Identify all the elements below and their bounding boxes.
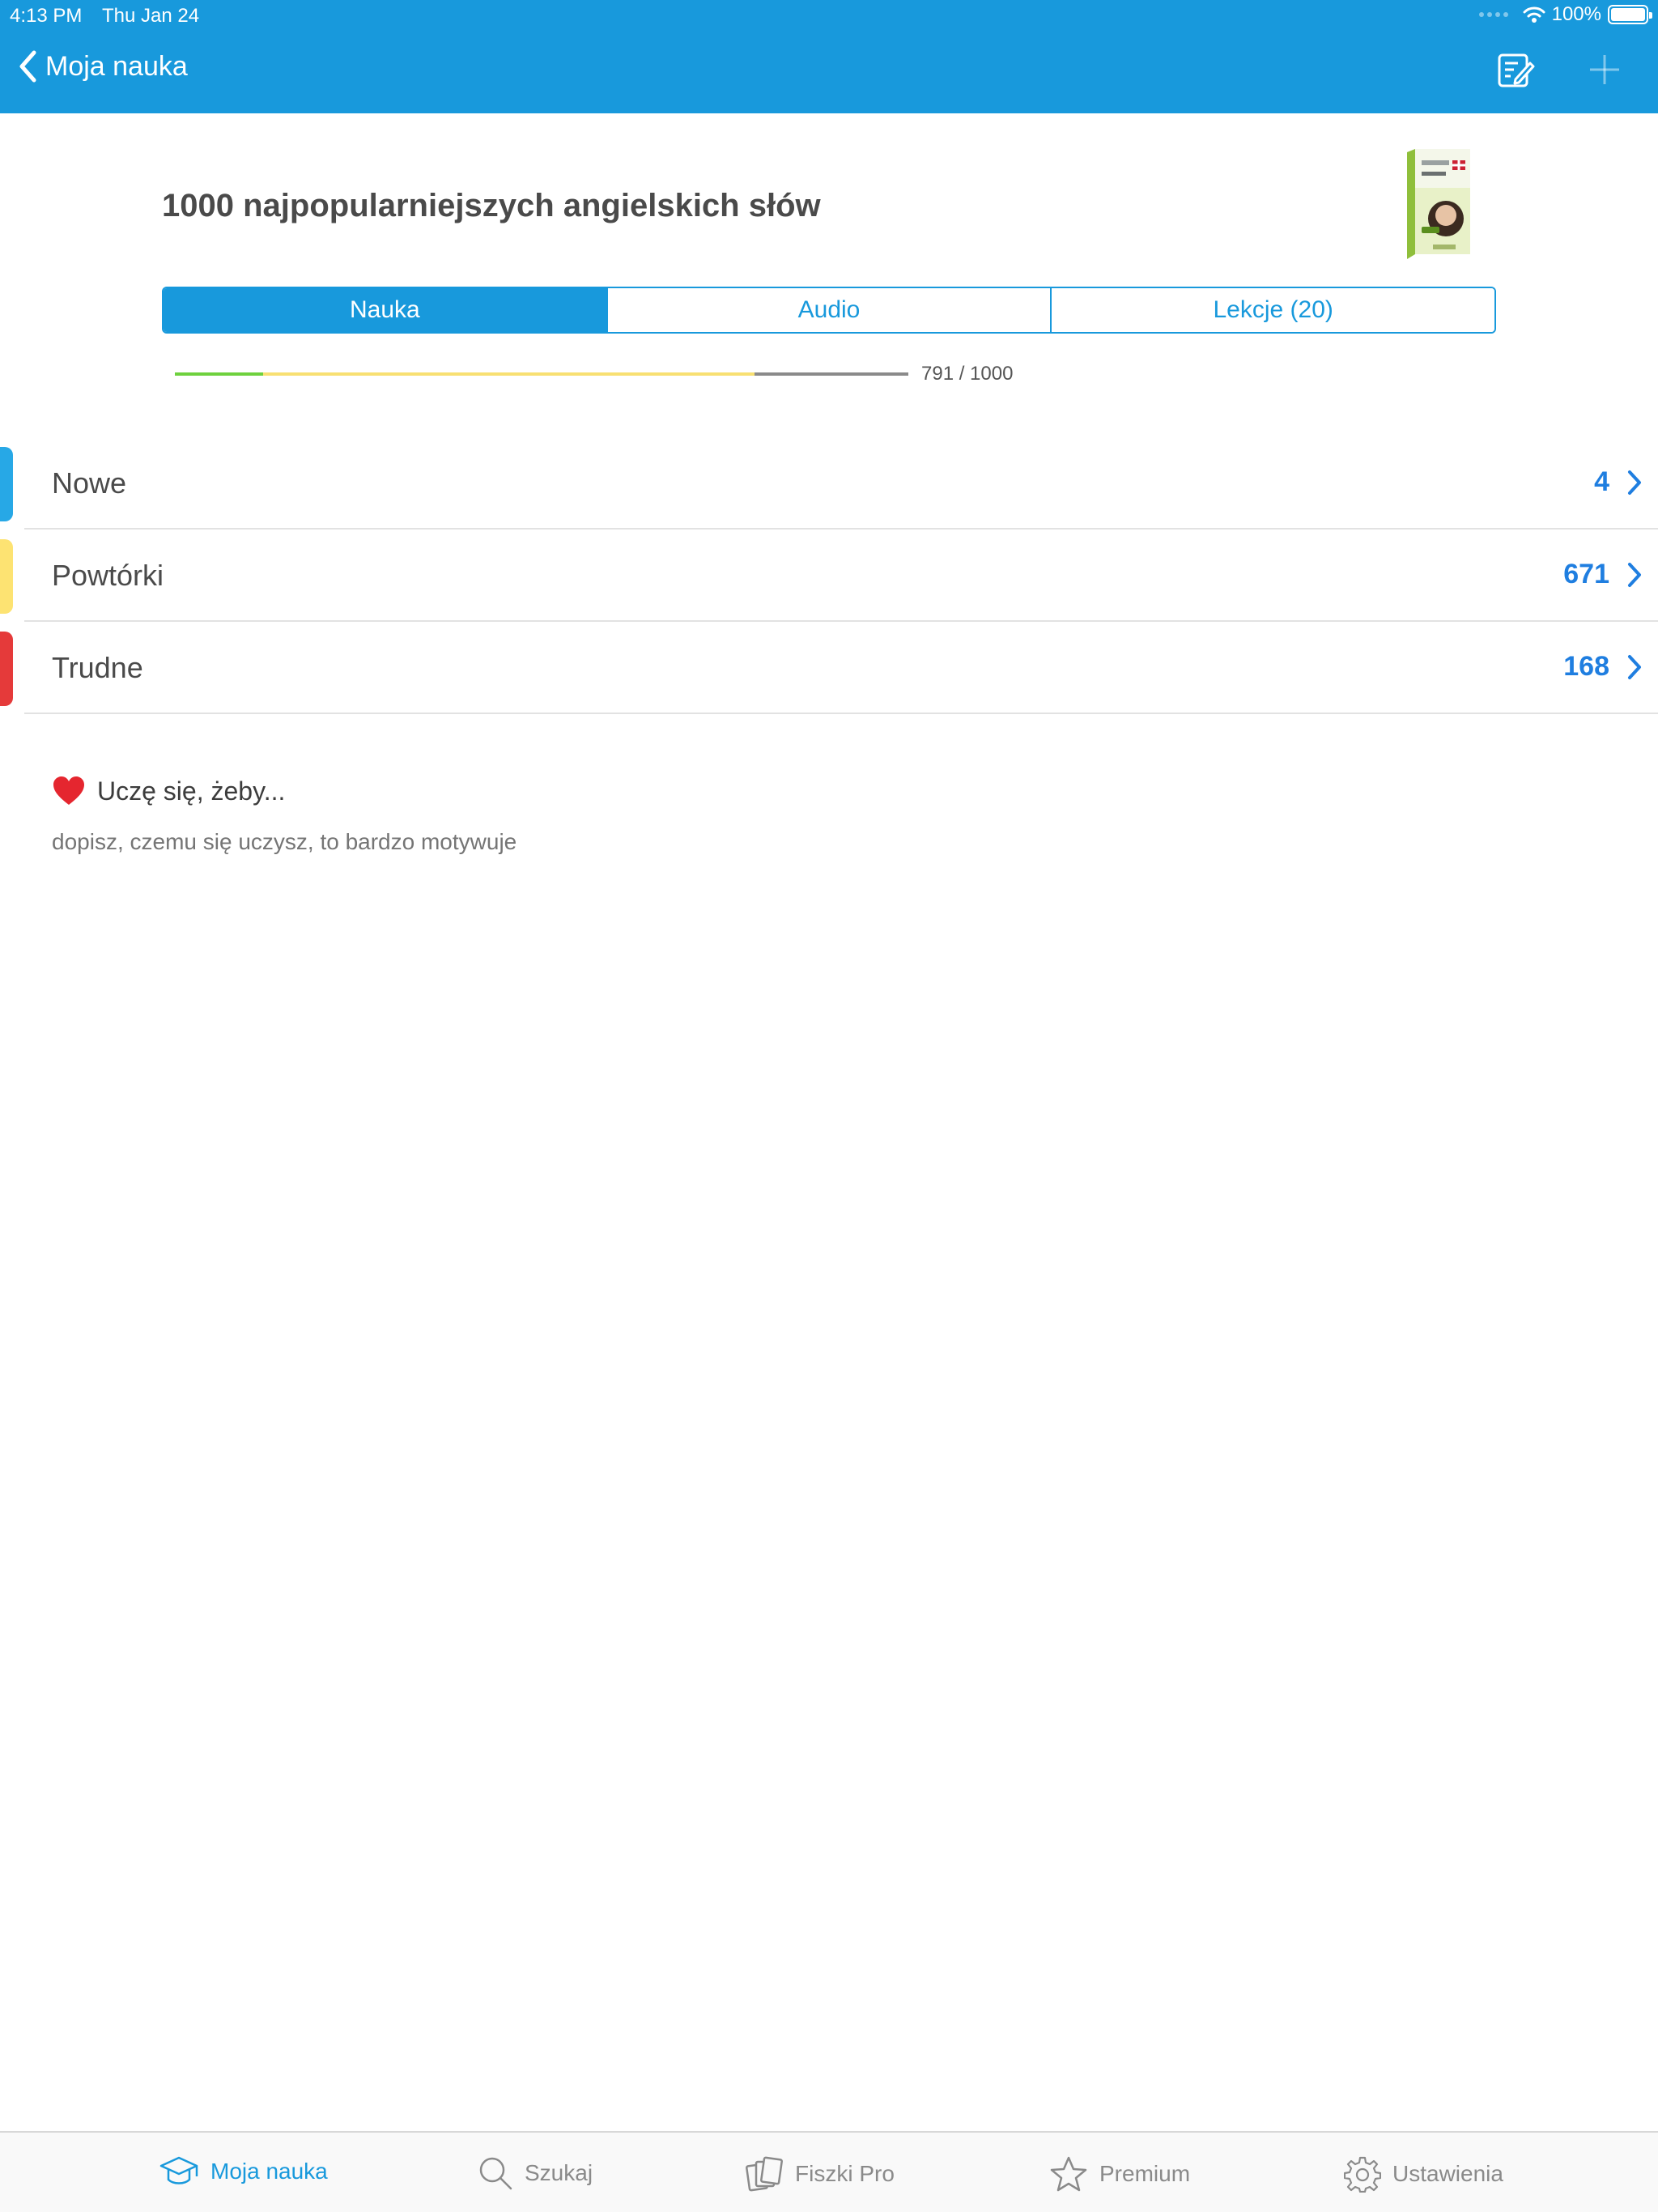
motivation-section: Uczę się, żeby... [52,776,285,806]
list-item-powtorki[interactable]: Powtórki 671 [0,530,1658,622]
navigation-bar: 4:13 PM Thu Jan 24 100% Moja nauka [0,0,1658,113]
add-button[interactable] [1588,53,1621,90]
progress-remaining-segment [754,372,908,376]
cellular-signal-icon [1478,12,1508,17]
list-item-label: Nowe [52,466,127,500]
color-marker [0,632,13,706]
list-item-trudne[interactable]: Trudne 168 [0,622,1658,714]
list-item-label: Trudne [52,651,143,684]
status-time: 4:13 PM [10,5,83,27]
color-marker [0,539,13,614]
battery-percent: 100% [1551,3,1601,25]
tabbar-item-moja-nauka[interactable]: Moja nauka [159,2155,328,2188]
course-cover-image [1407,149,1470,259]
edit-note-icon [1498,53,1535,87]
status-right: 100% [1478,3,1652,26]
page-title: 1000 najpopularniejszych angielskich słó… [162,188,821,223]
list-item-count: 671 [1563,559,1609,589]
tabbar-label: Szukaj [525,2160,593,2185]
sections-list: Nowe 4 Powtórki 671 Trudne 168 [0,437,1658,714]
chevron-right-icon [1628,655,1641,679]
status-date: Thu Jan 24 [102,5,200,27]
tabbar-item-ustawienia[interactable]: Ustawienia [1344,2155,1503,2193]
tabbar-label: Ustawienia [1392,2161,1503,2186]
tabbar-label: Premium [1099,2161,1191,2186]
gear-icon [1344,2156,1381,2193]
tab-nauka[interactable]: Nauka [164,288,606,332]
motivation-input[interactable] [52,829,780,855]
battery-icon [1608,5,1652,24]
wifi-icon [1523,6,1545,23]
tabbar-item-premium[interactable]: Premium [1049,2155,1190,2193]
content-area [0,113,1658,2131]
list-item-nowe[interactable]: Nowe 4 [0,437,1658,530]
back-button[interactable]: Moja nauka [18,50,188,83]
motivation-title: Uczę się, żeby... [97,776,286,806]
chevron-left-icon [19,50,36,83]
divider [24,713,1658,714]
tabbar-label: Fiszki Pro [795,2161,895,2186]
tabbar-item-fiszki-pro[interactable]: Fiszki Pro [745,2155,895,2193]
search-icon [479,2157,512,2190]
edit-button[interactable] [1496,50,1535,93]
status-bar: 4:13 PM Thu Jan 24 100% [0,0,1658,32]
mode-segmented-control: Nauka Audio Lekcje (20) [162,287,1496,334]
tabbar-label: Moja nauka [210,2159,328,2184]
progress-known-segment [175,372,263,376]
star-icon [1050,2156,1087,2192]
tabbar-item-szukaj[interactable]: Szukaj [478,2155,593,2191]
plus-icon [1590,55,1619,84]
heart-icon [53,776,84,805]
color-marker [0,447,13,521]
list-item-count: 4 [1594,466,1609,497]
chevron-right-icon [1628,563,1641,587]
list-item-count: 168 [1563,651,1609,682]
tab-bar: Moja nauka Szukaj Fiszki Pro Premium Ust… [0,2131,1658,2212]
list-item-label: Powtórki [52,559,164,592]
progress-bar [175,372,908,376]
back-button-label: Moja nauka [45,50,188,82]
progress-review-segment [262,372,755,376]
tab-lekcje[interactable]: Lekcje (20) [1050,288,1494,332]
chevron-right-icon [1628,470,1641,495]
progress-label: 791 / 1000 [921,363,1014,385]
cards-icon [746,2156,783,2192]
graduation-cap-icon [159,2156,198,2184]
tab-audio[interactable]: Audio [606,288,1051,332]
